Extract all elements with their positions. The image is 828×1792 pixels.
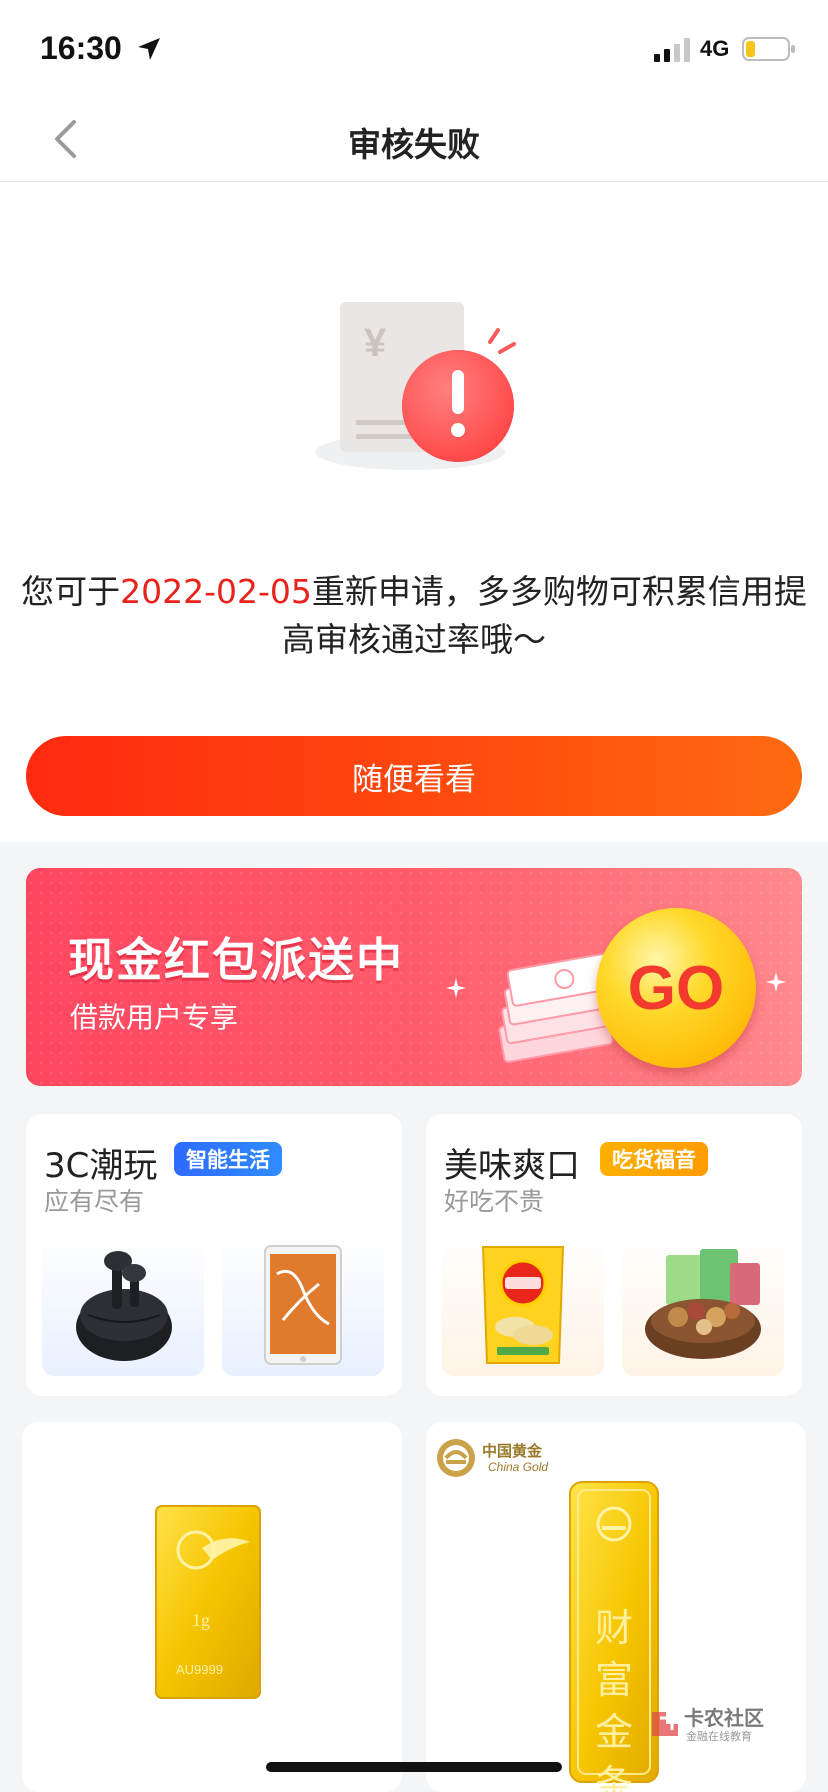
china-gold-emblem-icon	[437, 1439, 475, 1477]
watermark-logo-icon	[652, 1712, 678, 1736]
banner-title: 现金红包派送中	[68, 933, 404, 987]
gold-bar-icon: 1g AU9999	[155, 1505, 261, 1699]
page-title: 审核失败	[348, 125, 480, 164]
gold-bar-engraving: 财富金条	[594, 1606, 633, 1792]
location-arrow-icon	[138, 38, 160, 60]
product-tablet[interactable]	[222, 1234, 384, 1376]
watermark-subtitle: 金融在线教育	[686, 1730, 752, 1743]
mixed-nuts-icon	[645, 1249, 761, 1359]
network-type: 4G	[700, 36, 730, 61]
go-label: GO	[627, 953, 725, 1023]
message-suffix: 重新申请，多多购物可积累信用提高审核通过率哦～	[282, 572, 807, 659]
category-badge: 吃货福音	[600, 1142, 708, 1176]
reapply-date: 2022-02-05	[120, 572, 312, 611]
signal-strength-icon	[654, 38, 690, 62]
navigation-bar: 审核失败	[0, 96, 828, 182]
cash-red-packet-banner[interactable]: 现金红包派送中 借款用户专享 GO	[26, 868, 802, 1086]
result-message: 您可于2022-02-05重新申请，多多购物可积累信用提高审核通过率哦～	[20, 568, 808, 664]
wireless-earbuds-icon	[76, 1251, 172, 1361]
category-badge: 智能生活	[174, 1142, 282, 1176]
gold-bar-purity: AU9999	[176, 1662, 223, 1677]
status-bar: 16:30 4G	[0, 0, 828, 96]
rejected-document-icon: ¥	[315, 302, 516, 470]
browse-button[interactable]: 随便看看	[26, 736, 802, 816]
product-nuts[interactable]	[622, 1234, 784, 1376]
category-subtitle: 好吃不贵	[444, 1187, 545, 1216]
status-time: 16:30	[40, 30, 122, 66]
gold-product-card[interactable]: 1g AU9999	[22, 1422, 402, 1792]
category-title: 美味爽口	[444, 1146, 580, 1186]
svg-text:¥: ¥	[364, 321, 387, 365]
category-subtitle: 应有尽有	[44, 1187, 145, 1216]
gold-bar-weight: 1g	[192, 1610, 210, 1630]
battery-icon	[742, 37, 795, 61]
brand-name-en: China Gold	[488, 1460, 549, 1474]
product-chips[interactable]	[442, 1234, 604, 1376]
watermark-title: 卡农社区	[684, 1706, 764, 1730]
china-gold-logo: 中国黄金 China Gold	[434, 1436, 584, 1482]
category-card-3c[interactable]: 3C潮玩 智能生活 应有尽有	[26, 1114, 402, 1396]
brand-name-cn: 中国黄金	[482, 1442, 543, 1460]
tablet-icon	[264, 1245, 342, 1365]
home-indicator[interactable]	[266, 1762, 562, 1772]
message-prefix: 您可于	[21, 572, 121, 611]
category-title: 3C潮玩	[44, 1146, 158, 1186]
watermark: 卡农社区 金融在线教育	[648, 1702, 778, 1746]
product-earbuds[interactable]	[42, 1234, 204, 1376]
potato-chips-icon	[481, 1246, 565, 1364]
banner-subtitle: 借款用户专享	[70, 1001, 239, 1034]
sparkle-icon	[766, 972, 786, 992]
go-button[interactable]: GO	[596, 908, 756, 1068]
category-card-food[interactable]: 美味爽口 吃货福音 好吃不贵	[426, 1114, 802, 1396]
sparkle-icon	[446, 978, 466, 998]
